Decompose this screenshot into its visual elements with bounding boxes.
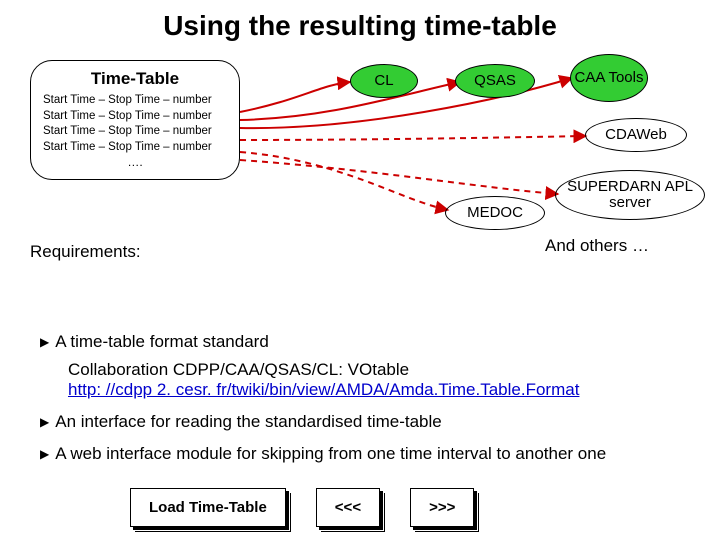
and-others-label: And others … [545,236,649,256]
collab-block: Collaboration CDPP/CAA/QSAS/CL: VOtable … [68,360,686,400]
collab-text: Collaboration CDPP/CAA/QSAS/CL: VOtable [68,360,686,380]
page-title: Using the resulting time-table [0,10,720,42]
timetable-heading: Time-Table [43,69,227,89]
node-qsas: QSAS [455,64,535,98]
timetable-row: Start Time – Stop Time – number [43,109,227,125]
format-link[interactable]: http: //cdpp 2. cesr. fr/twiki/bin/view/… [68,380,579,399]
node-superdarn: SUPERDARN APL server [555,170,705,220]
bullet-webmodule: A web interface module for skipping from… [40,444,686,464]
prev-interval-button[interactable]: <<< [316,488,380,527]
button-row: Load Time-Table <<< >>> [130,488,720,527]
node-caa: CAA Tools [570,54,648,102]
timetable-row: Start Time – Stop Time – number [43,124,227,140]
next-interval-button[interactable]: >>> [410,488,474,527]
node-cl: CL [350,64,418,98]
load-timetable-button[interactable]: Load Time-Table [130,488,286,527]
timetable-box: Time-Table Start Time – Stop Time – numb… [30,60,240,180]
requirements-label: Requirements: [30,242,141,262]
node-cdaweb: CDAWeb [585,118,687,152]
node-medoc: MEDOC [445,196,545,230]
timetable-row: Start Time – Stop Time – number [43,93,227,109]
bullet-interface: An interface for reading the standardise… [40,412,686,432]
requirements-list: A time-table format standard Collaborati… [40,332,686,464]
timetable-row: Start Time – Stop Time – number [43,140,227,156]
timetable-ellipsis: …. [43,155,227,169]
diagram-stage: Time-Table Start Time – Stop Time – numb… [0,60,720,320]
bullet-format-standard: A time-table format standard [40,332,686,352]
